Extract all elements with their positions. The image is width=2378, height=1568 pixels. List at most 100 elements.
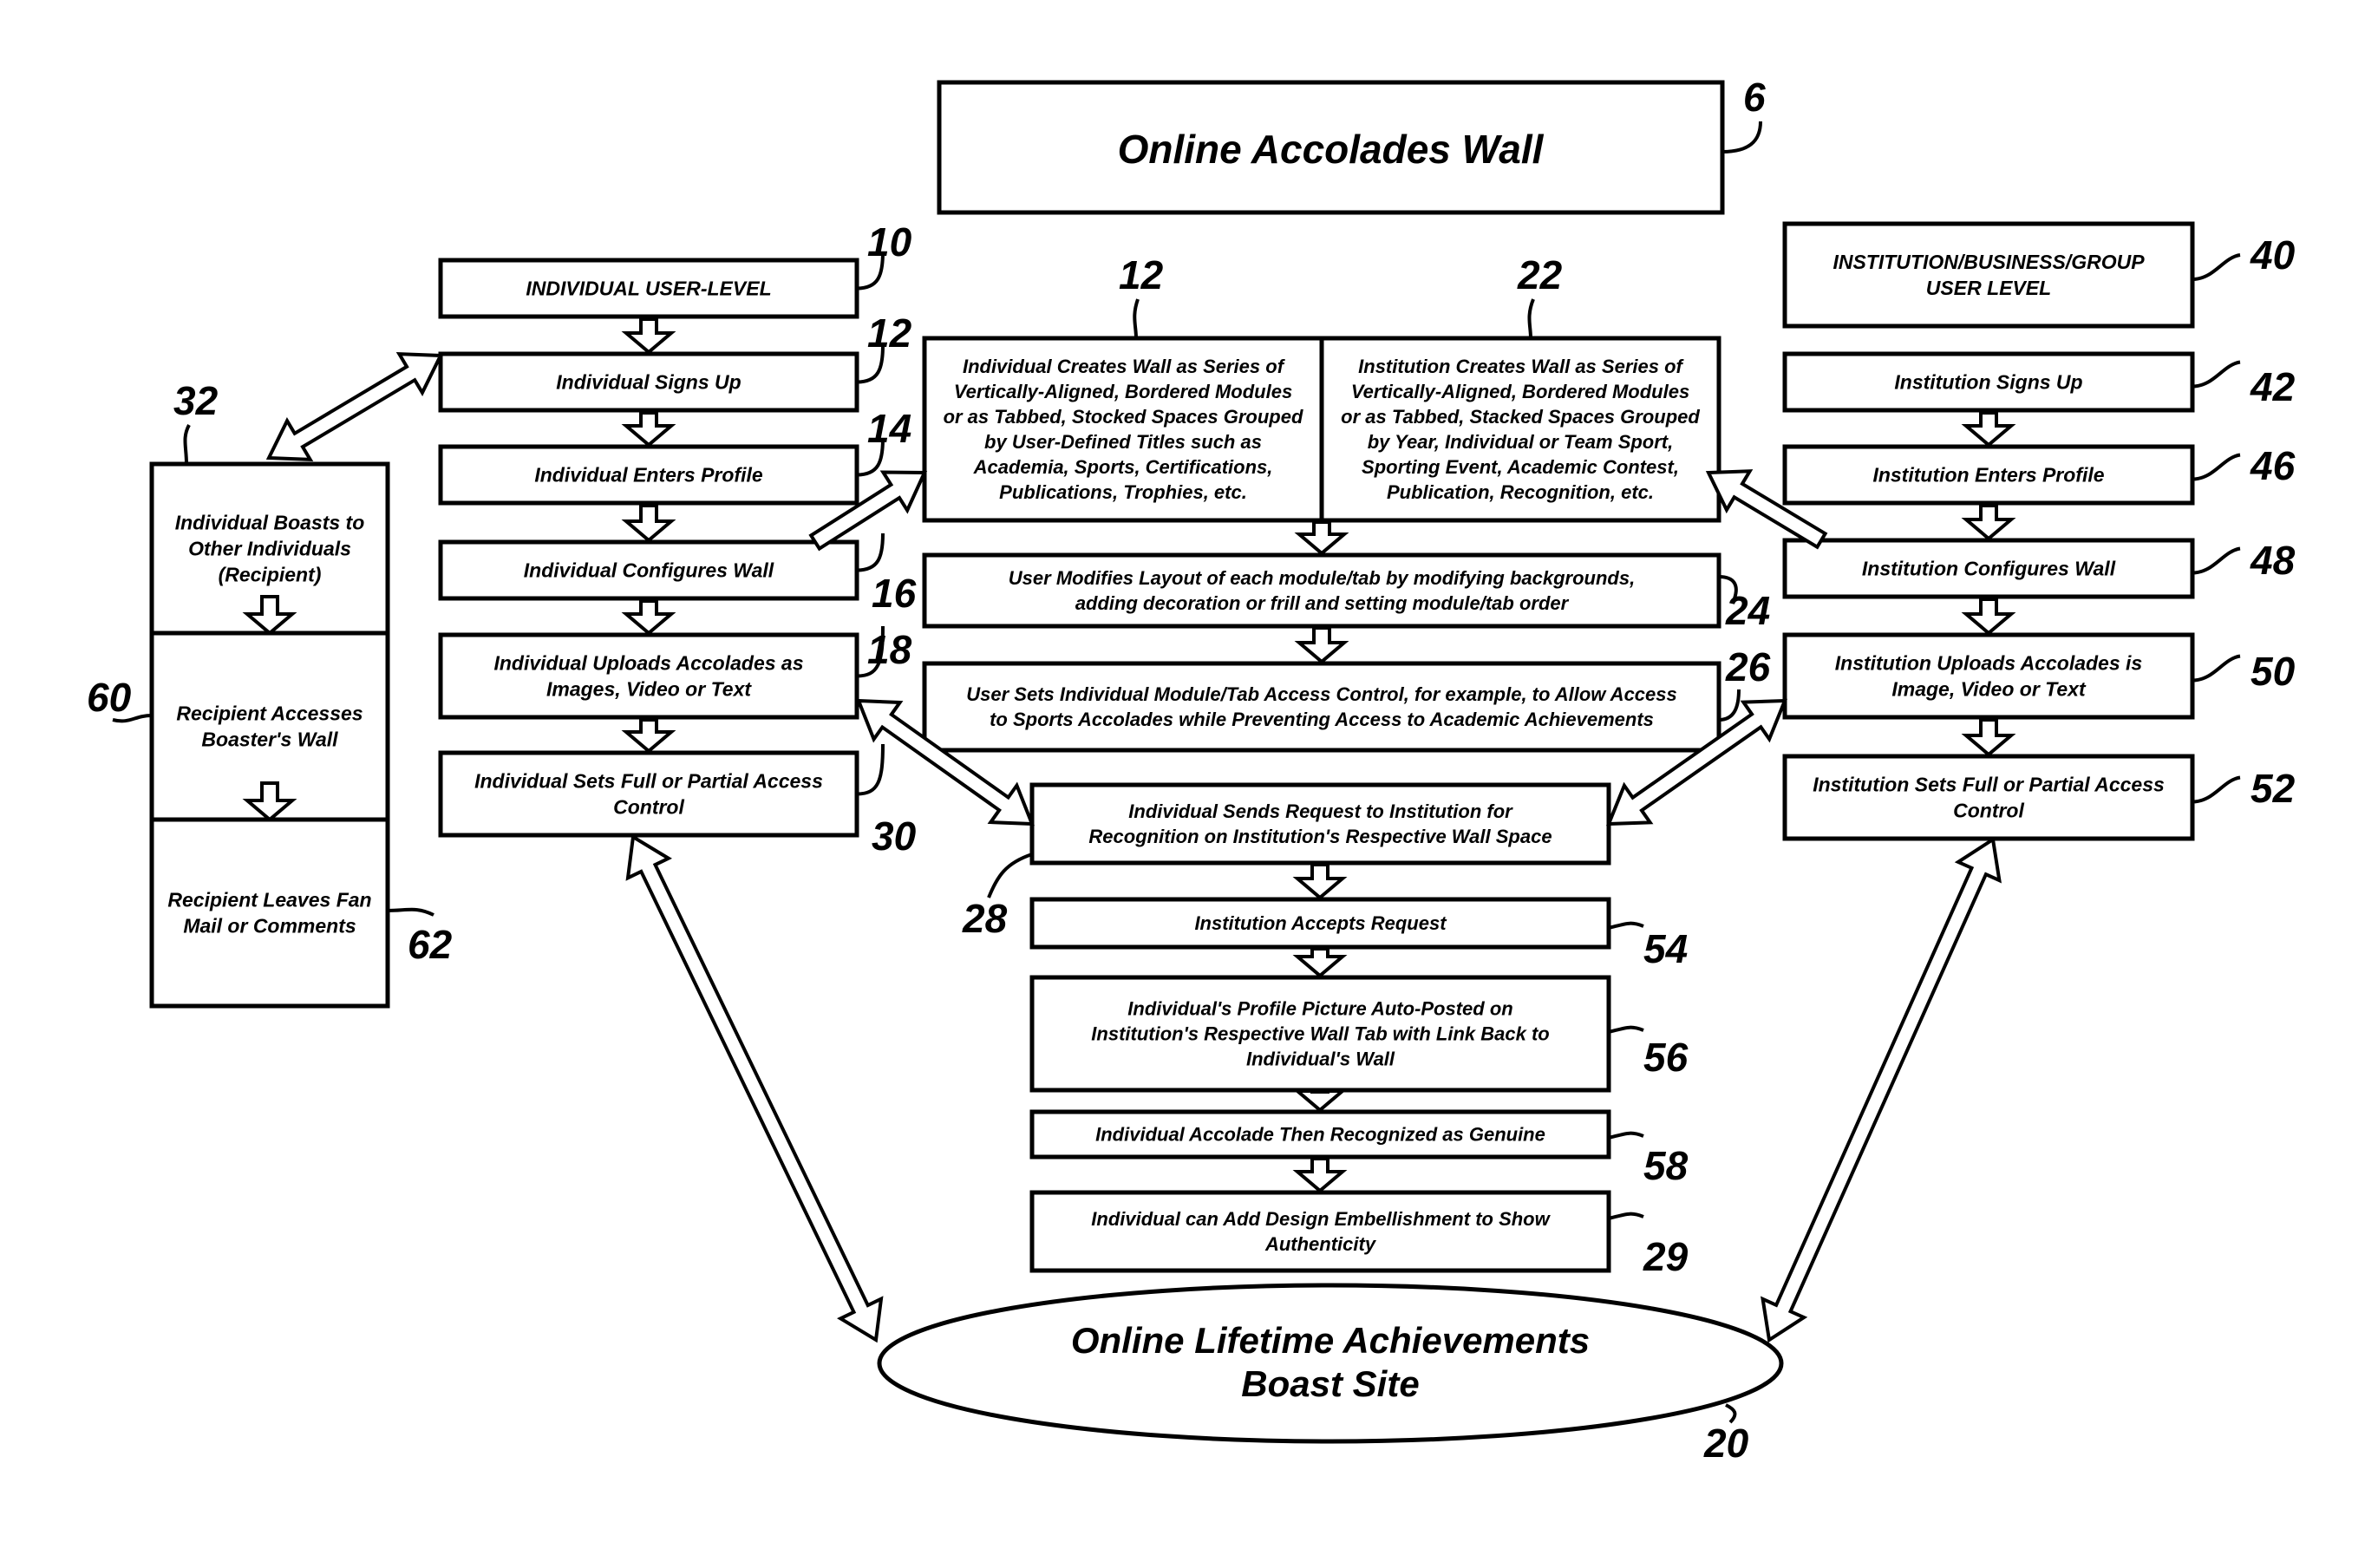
institution-inst-upload[interactable]: Institution Uploads Accolades is Image, V… [1782,632,2195,720]
reference-numeral: 60 [87,675,132,720]
center-auto-post-label-line: Institution's Respective Wall Tab with L… [1091,1023,1549,1045]
boast-recipient-access-label-line: Boaster's Wall [201,728,338,751]
down-arrow-icon [1961,411,2016,448]
center-accept-request[interactable]: Institution Accepts Request [1029,897,1611,950]
individual-ind-access[interactable]: Individual Sets Full or Partial Access Co… [438,750,859,838]
leader-line [1721,121,1762,154]
institution-inst-signup-label: Institution Signs Up [1894,371,2082,394]
wall-creation-individual-label-line: by User-Defined Titles such as [984,431,1262,453]
center-module-access-border [922,661,1721,753]
leader-line [2192,253,2241,281]
down-arrow-icon [621,317,676,355]
down-arrow-icon [621,599,676,636]
individual-ind-level[interactable]: INDIVIDUAL USER-LEVEL [438,258,859,319]
title-box: Online Accolades Wall [937,80,1725,215]
center-module-access-label-line: to Sports Accolades while Preventing Acc… [990,709,1654,730]
boast-recipient-access-label-line: Recipient Accesses [176,702,363,725]
leader-line [987,853,1033,898]
leader-line [856,743,885,796]
individual-ind-level-label-line: INDIVIDUAL USER-LEVEL [526,278,771,300]
down-arrow-icon [1292,1089,1348,1113]
boast-boast-others-label-line: Individual Boasts to [175,512,365,534]
reference-numeral: 16 [872,571,917,616]
down-arrow-icon [1961,504,2016,541]
wall-creation-institution[interactable]: Institution Creates Wall as Series of Ver… [1319,336,1721,523]
center-embellish-border [1029,1190,1611,1273]
reference-numeral: 40 [2250,232,2296,278]
leader-line [1608,921,1644,930]
center-module-access[interactable]: User Sets Individual Module/Tab Access C… [922,661,1721,753]
individual-ind-upload[interactable]: Individual Uploads Accolades as Images, V… [438,632,859,720]
wall-creation-individual-label-line: Vertically-Aligned, Bordered Modules [954,381,1292,402]
reference-numeral: 50 [2251,649,2296,694]
institution-inst-level-border [1782,221,2195,329]
individual-ind-signup-label: Individual Signs Up [556,371,741,394]
center-genuine-label: Individual Accolade Then Recognized as G… [1095,1124,1545,1146]
wall-creation-individual-label-line: Publications, Trophies, etc. [999,481,1247,503]
reference-numeral: 30 [872,813,917,859]
leader-line [2192,546,2241,575]
reference-numeral: 52 [2251,766,2296,811]
institution-inst-signup[interactable]: Institution Signs Up [1782,351,2195,413]
hub-label-line: Boast Site [1241,1363,1419,1404]
reference-numeral: 18 [867,627,912,672]
institution-inst-profile-label: Institution Enters Profile [1872,464,2104,487]
center-module-access-label-line: User Sets Individual Module/Tab Access C… [966,683,1677,705]
individual-ind-configure-label: Individual Configures Wall [524,559,774,582]
institution-inst-configure[interactable]: Institution Configures Wall [1782,538,2195,599]
reference-numeral: 22 [1517,252,1563,297]
institution-inst-signup-label-line: Institution Signs Up [1894,371,2082,394]
wall-creation-individual[interactable]: Individual Creates Wall as Series of Vert… [922,336,1324,523]
center-send-request[interactable]: Individual Sends Request to Institution … [1029,782,1611,866]
leader-line [1133,298,1140,339]
leader-line [856,532,885,572]
center-accept-request-label-line: Institution Accepts Request [1194,912,1447,934]
boast-recipient-comments[interactable]: Recipient Leaves Fan Mail or Comments [149,817,390,1009]
reference-numeral: 48 [2250,538,2296,583]
institution-inst-access[interactable]: Institution Sets Full or Partial Access C… [1782,754,2195,841]
reference-numeral: 14 [867,406,911,451]
individual-ind-signup[interactable]: Individual Signs Up [438,351,859,413]
individual-ind-level-label: INDIVIDUAL USER-LEVEL [526,278,771,300]
wall-creation-institution-label-line: Sporting Event, Academic Contest, [1362,456,1679,478]
center-auto-post[interactable]: Individual's Profile Picture Auto-Posted… [1029,975,1611,1093]
leader-line [1527,298,1535,339]
institution-inst-level[interactable]: INSTITUTION/BUSINESS/GROUP USER LEVEL [1782,221,2195,329]
institution-inst-level-label-line: INSTITUTION/BUSINESS/GROUP [1832,251,2145,273]
reference-numeral: 46 [2250,443,2296,488]
leader-line [2192,775,2241,804]
individual-ind-profile-label-line: Individual Enters Profile [534,464,762,487]
boast-site-hub[interactable]: Online Lifetime AchievementsBoast Site [877,1283,1784,1444]
down-arrow-icon [1294,626,1349,664]
down-arrow-icon [1292,1157,1348,1193]
page-title: Online Accolades Wall [1118,127,1545,172]
boast-boast-others-label-line: (Recipient) [219,564,322,586]
institution-inst-profile[interactable]: Institution Enters Profile [1782,444,2195,506]
center-auto-post-label-line: Individual's Profile Picture Auto-Posted… [1127,998,1512,1020]
reference-numeral: 62 [408,922,453,967]
center-send-request-label-line: Individual Sends Request to Institution … [1128,800,1513,822]
individual-ind-upload-border [438,632,859,720]
center-accept-request-label: Institution Accepts Request [1194,912,1447,934]
leader-line [1608,1025,1644,1034]
leader-line [2192,360,2241,389]
wall-creation-institution-label-line: by Year, Individual or Team Sport, [1368,431,1674,453]
down-arrow-icon [621,504,676,543]
center-embellish[interactable]: Individual can Add Design Embellishment … [1029,1190,1611,1273]
access-to-hub-arrow-icon [625,833,884,1343]
individual-ind-configure[interactable]: Individual Configures Wall [438,539,859,601]
center-auto-post-label-line: Individual's Wall [1246,1049,1395,1070]
wall-creation-individual-label-line: or as Tabbed, Stocked Spaces Grouped [944,406,1303,428]
institution-inst-access-label-line: Control [1953,800,2024,822]
wall-creation-institution-label-line: Vertically-Aligned, Bordered Modules [1351,381,1689,402]
center-modify-layout[interactable]: User Modifies Layout of each module/tab … [922,552,1721,629]
individual-ind-profile[interactable]: Individual Enters Profile [438,444,859,506]
individual-ind-access-label-line: Individual Sets Full or Partial Access [474,770,823,793]
institution-inst-access-label-line: Institution Sets Full or Partial Access [1813,774,2165,796]
individual-ind-access-border [438,750,859,838]
institution-inst-upload-label-line: Institution Uploads Accolades is [1835,652,2142,675]
individual-ind-access-label-line: Control [613,796,684,819]
reference-numeral: 28 [962,896,1008,941]
center-genuine[interactable]: Individual Accolade Then Recognized as G… [1029,1109,1611,1160]
institution-inst-configure-label-line: Institution Configures Wall [1862,558,2116,580]
